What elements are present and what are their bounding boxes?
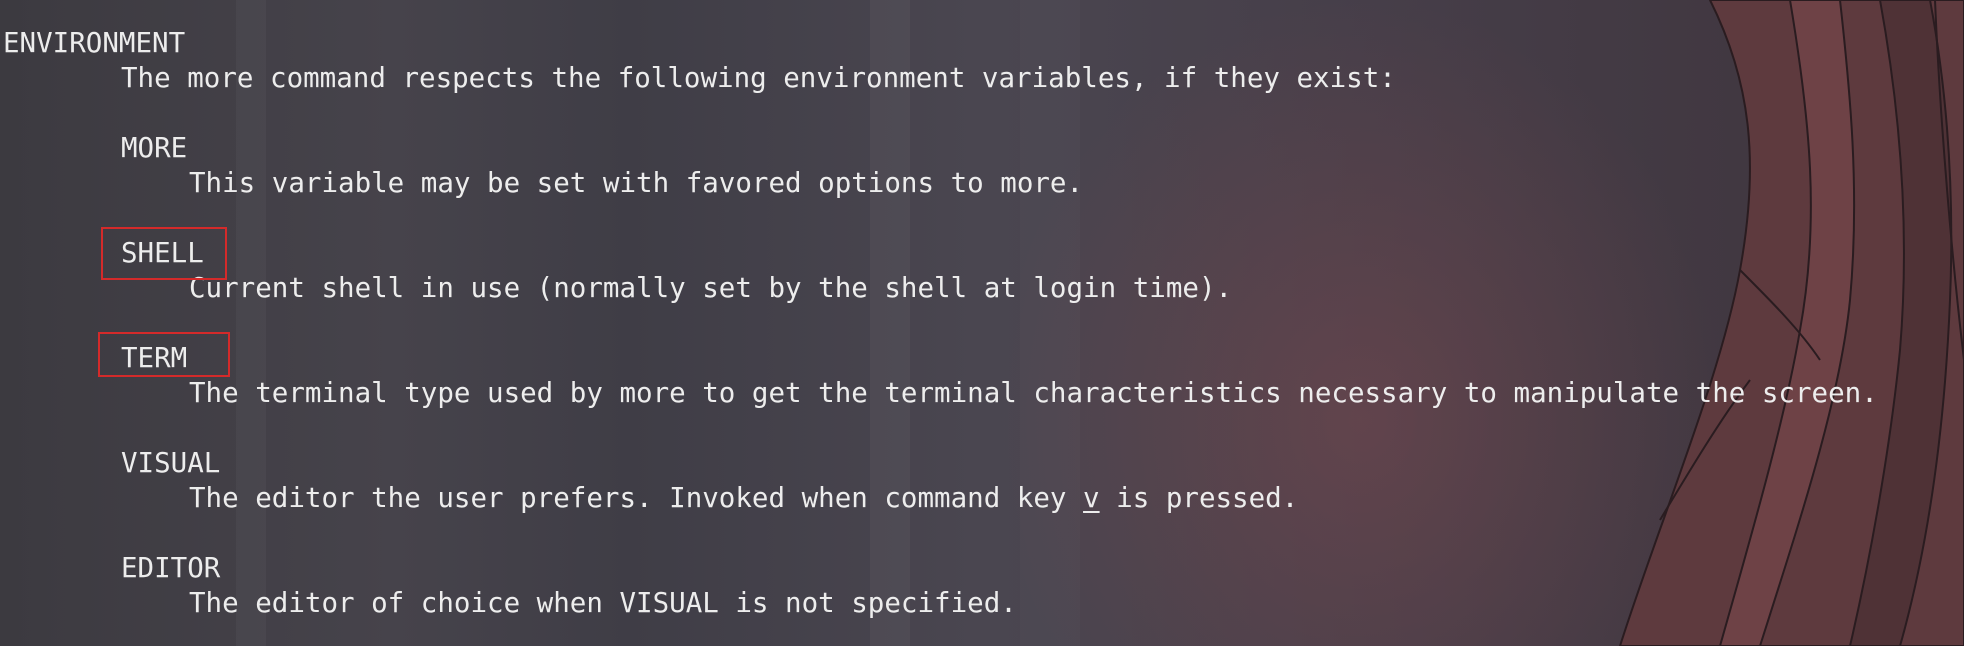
highlight-box-term — [98, 332, 230, 377]
env-var-description-shell: Current shell in use (normally set by th… — [189, 272, 1233, 304]
highlight-box-shell — [101, 227, 227, 280]
intro-text: The more command respects the following … — [121, 62, 1396, 94]
env-var-name-editor: EDITOR — [121, 552, 221, 584]
section-heading: ENVIRONMENT — [3, 27, 186, 59]
man-page-viewport[interactable]: ENVIRONMENT The more command respects th… — [0, 0, 1964, 646]
env-var-description-editor: The editor of choice when VISUAL is not … — [189, 587, 1017, 619]
command-key: v — [1083, 482, 1100, 514]
env-var-name-visual: VISUAL — [121, 447, 221, 479]
env-var-name-more: MORE — [121, 132, 188, 164]
env-var-description-more: This variable may be set with favored op… — [189, 167, 1084, 199]
env-var-description-visual: The editor the user prefers. Invoked whe… — [189, 481, 1298, 515]
env-var-description-term: The terminal type used by more to get th… — [189, 377, 1878, 409]
description-text: is pressed. — [1099, 482, 1299, 514]
description-text: The editor the user prefers. Invoked whe… — [189, 482, 1084, 514]
